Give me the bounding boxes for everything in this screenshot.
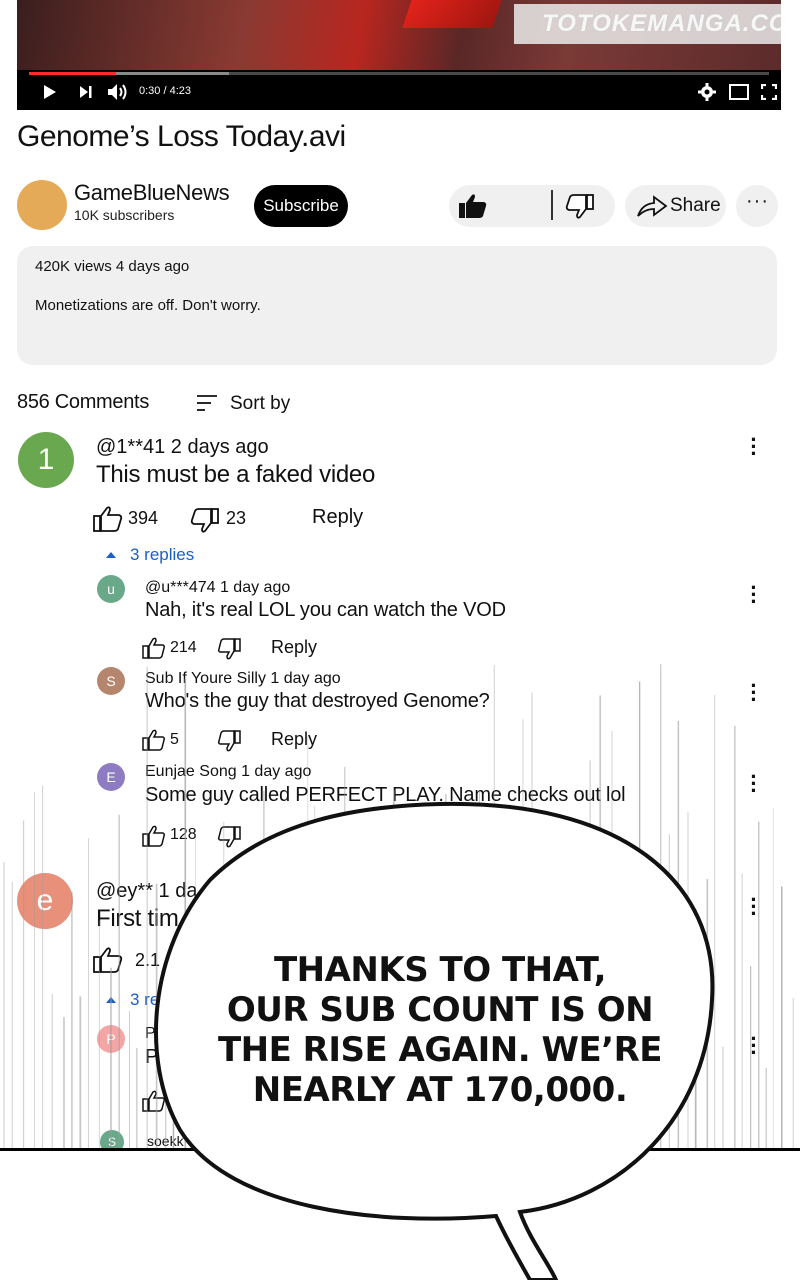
speech-line: NEARLY AT 170,000. xyxy=(252,1070,628,1110)
speech-line: OUR SUB COUNT IS ON xyxy=(226,990,654,1030)
speech-line: THANKS TO THAT, xyxy=(273,950,607,990)
speech-line: THE RISE AGAIN. WE’RE xyxy=(217,1030,663,1070)
speech-bubble-text: THANKS TO THAT, OUR SUB COUNT IS ON THE … xyxy=(215,950,665,1110)
